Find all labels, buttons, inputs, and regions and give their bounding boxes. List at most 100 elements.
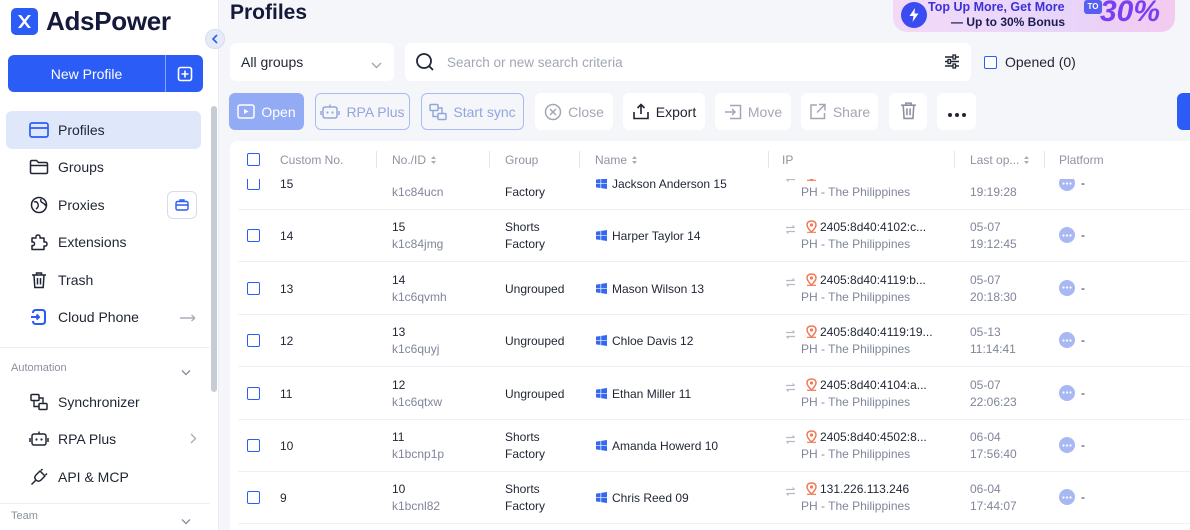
column-separator[interactable] <box>579 151 580 168</box>
row-checkbox[interactable] <box>247 334 260 348</box>
cell-ip: 2405:8d40:4104:a... <box>820 377 927 392</box>
column-separator[interactable] <box>954 151 955 168</box>
platform-more-icon[interactable] <box>1059 227 1075 244</box>
sidebar-item-synchronizer[interactable]: Synchronizer <box>6 383 201 421</box>
close-button[interactable]: Close <box>535 93 613 130</box>
share-button[interactable]: Share <box>801 93 878 130</box>
sidebar-item-api-mcp[interactable]: API & MCP <box>6 458 201 496</box>
sidebar-item-profiles[interactable]: Profiles <box>6 111 201 149</box>
cell-name[interactable]: Mason Wilson 13 <box>596 282 704 296</box>
sort-icon[interactable] <box>631 155 638 165</box>
column-header-custom-no[interactable]: Custom No. <box>280 153 343 167</box>
sidebar-item-extensions[interactable]: Extensions <box>6 224 201 262</box>
cell-name[interactable]: Chloe Davis 12 <box>596 334 693 348</box>
new-profile-label: New Profile <box>50 65 123 82</box>
collapse-sidebar-button[interactable] <box>205 29 225 49</box>
table-row[interactable]: 13 14 k1c6qvmh Ungrouped Mason Wilson 13 2405… <box>238 262 1190 315</box>
delete-button[interactable] <box>889 93 927 130</box>
batch-add-icon[interactable] <box>165 55 203 92</box>
cell-name[interactable]: Jackson Anderson 15 <box>596 177 727 191</box>
column-header-name[interactable]: Name <box>595 153 638 167</box>
adspower-logo-icon <box>11 8 38 35</box>
column-header-platform[interactable]: Platform <box>1059 153 1104 167</box>
cell-name[interactable]: Amanda Howerd 10 <box>596 439 718 453</box>
cell-country: PH - The Philippines <box>801 447 911 461</box>
column-separator[interactable] <box>489 151 490 168</box>
profile-name: Chloe Davis 12 <box>612 334 694 349</box>
table-row[interactable]: 10 11 k1bcnp1p Shorts Factory Amanda Howerd 1… <box>238 420 1190 472</box>
new-profile-button[interactable]: New Profile <box>8 55 203 92</box>
platform-more-icon[interactable] <box>1059 437 1075 453</box>
search-input[interactable]: Search or new search criteria <box>405 43 971 81</box>
sidebar-scrollbar[interactable] <box>211 106 217 392</box>
primary-action-button[interactable] <box>1177 93 1190 130</box>
sidebar-item-proxies[interactable]: Proxies <box>6 186 201 224</box>
proxy-shop-button[interactable] <box>167 190 197 219</box>
cell-name[interactable]: Harper Taylor 14 <box>596 229 701 243</box>
chevron-down-icon[interactable] <box>181 364 191 379</box>
browser-window-icon <box>237 104 256 119</box>
rpa-plus-button[interactable]: RPA Plus <box>315 93 410 130</box>
group-select[interactable]: All groups <box>230 43 394 81</box>
profile-name: Ethan Miller 11 <box>612 386 692 401</box>
column-header-ip[interactable]: IP <box>782 153 793 167</box>
table-row[interactable]: 12 13 k1c6quyj Ungrouped Chloe Davis 12 2405:… <box>238 315 1190 368</box>
table-row[interactable]: 11 12 k1c6qtxw Ungrouped Ethan Miller 11 2405… <box>238 367 1190 420</box>
windows-icon <box>596 387 607 399</box>
platform-more-icon[interactable] <box>1059 279 1075 296</box>
column-separator[interactable] <box>1044 151 1045 168</box>
cell-name[interactable]: Ethan Miller 11 <box>596 387 691 401</box>
column-separator[interactable] <box>376 151 377 168</box>
column-header-no-id[interactable]: No./ID <box>392 153 437 167</box>
promo-percent: 30% <box>1100 0 1161 28</box>
cell-name[interactable]: Chris Reed 09 <box>596 491 689 505</box>
export-button[interactable]: Export <box>623 93 705 130</box>
app-logo[interactable]: AdsPower <box>11 6 171 37</box>
opened-filter-checkbox[interactable]: Opened (0) <box>984 54 1076 70</box>
row-checkbox[interactable] <box>247 386 260 400</box>
sidebar-item-label: Cloud Phone <box>58 309 139 326</box>
cell-group-2: Factory <box>505 237 546 252</box>
sort-icon[interactable] <box>1023 155 1030 165</box>
cell-ip: 2405:8d40:4502:8... <box>820 430 927 444</box>
row-checkbox[interactable] <box>247 281 260 295</box>
chevron-down-icon[interactable] <box>181 513 191 528</box>
filter-settings-icon[interactable] <box>944 54 960 72</box>
sidebar-item-trash[interactable]: Trash <box>6 261 201 299</box>
cell-platform: - <box>1081 490 1085 505</box>
move-button[interactable]: Move <box>715 93 791 130</box>
table-row[interactable]: 14 15 k1c84jmg Shorts Factory Harper Taylor 1… <box>238 210 1190 263</box>
platform-more-icon[interactable] <box>1059 332 1075 349</box>
synchronizer-icon <box>28 391 50 413</box>
promo-banner[interactable]: Top Up More, Get More — Up to 30% Bonus … <box>893 0 1175 32</box>
row-checkbox[interactable] <box>247 439 260 452</box>
platform-more-icon[interactable] <box>1059 384 1075 401</box>
checkbox[interactable] <box>984 55 997 69</box>
row-checkbox[interactable] <box>247 491 260 505</box>
cell-last-open-date: 05-07 <box>970 377 1001 392</box>
row-checkbox[interactable] <box>247 229 260 243</box>
sidebar-item-label: Extensions <box>58 234 127 251</box>
swap-arrows-icon <box>785 432 796 447</box>
platform-more-icon[interactable] <box>1059 489 1075 506</box>
open-button[interactable]: Open <box>229 93 304 130</box>
start-sync-button[interactable]: Start sync <box>421 93 524 130</box>
table-row[interactable]: 9 10 k1bcnl82 Shorts Factory Chris Reed 09 131… <box>238 472 1190 525</box>
column-header-group[interactable]: Group <box>505 153 538 167</box>
cell-last-open-date: 05-07 <box>970 220 1001 235</box>
cell-last-open-date: 05-07 <box>970 272 1001 287</box>
location-pin-icon <box>806 273 817 289</box>
cell-last-open-time: 20:18:30 <box>970 289 1017 304</box>
sidebar-item-groups[interactable]: Groups <box>6 149 201 187</box>
sort-icon[interactable] <box>430 155 437 165</box>
windows-icon <box>596 230 607 242</box>
column-header-last-open[interactable]: Last op... <box>970 153 1030 167</box>
sidebar-item-rpa-plus[interactable]: RPA Plus <box>6 421 201 459</box>
sidebar-item-cloud-phone[interactable]: Cloud Phone <box>6 299 201 337</box>
column-separator[interactable] <box>768 151 769 168</box>
cell-last-open-time: 17:44:07 <box>970 499 1017 514</box>
select-all-checkbox[interactable] <box>247 153 260 166</box>
cell-id: k1bcnl82 <box>392 499 441 514</box>
more-button[interactable] <box>937 93 976 130</box>
cell-id: k1c6quyj <box>392 342 440 357</box>
